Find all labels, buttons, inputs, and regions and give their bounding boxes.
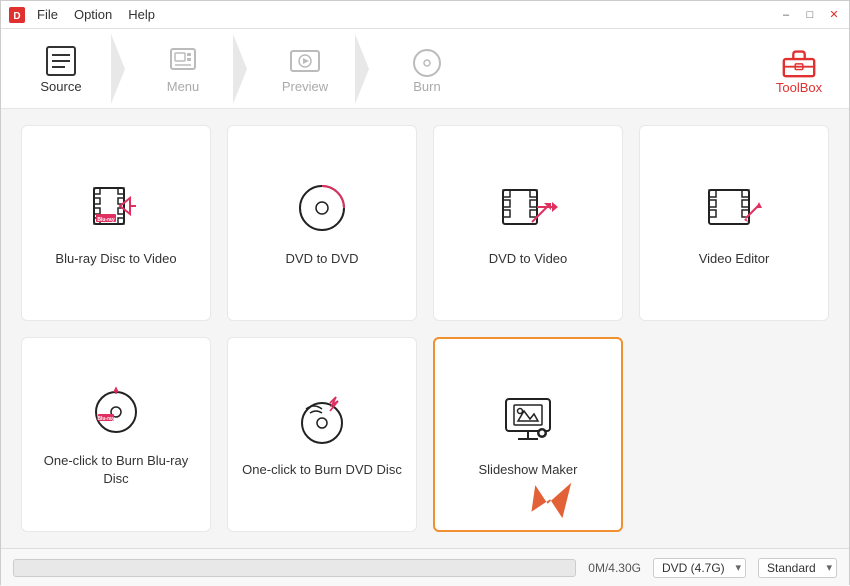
oneclick-burn-dvd-icon [292,389,352,449]
title-bar-left: D File Option Help [9,7,155,23]
nav-arrow-2 [233,34,255,104]
disc-select-wrapper[interactable]: DVD (4.7G) DVD (8.5G) BD-25 BD-50 [653,558,746,578]
card-label-bluray-to-video: Blu-ray Disc to Video [55,250,176,268]
nav-items: Source Menu [11,29,759,108]
card-label-video-editor: Video Editor [699,250,770,268]
nav-menu[interactable]: Menu [133,34,233,104]
feature-grid: Blu-ray Blu-ray Disc to Video DVD to DVD [21,125,829,532]
preview-label: Preview [282,79,328,94]
svg-text:D: D [13,11,20,22]
maximize-button[interactable]: □ [803,8,817,22]
menu-option[interactable]: Option [74,7,112,22]
card-label-dvd-to-video: DVD to Video [489,250,568,268]
nav-preview[interactable]: Preview [255,34,355,104]
nav-arrow-1 [111,34,133,104]
burn-label: Burn [413,79,440,94]
slideshow-maker-icon [498,389,558,449]
svg-text:Blu-ray: Blu-ray [97,416,114,422]
close-button[interactable]: ✕ [827,8,841,22]
card-slideshow-maker[interactable]: Slideshow Maker [433,337,623,533]
card-oneclick-burn-bluray[interactable]: Blu-ray One-click to Burn Blu-ray Disc [21,337,211,533]
nav-arrow-3 [355,34,377,104]
status-bar: 0M/4.30G DVD (4.7G) DVD (8.5G) BD-25 BD-… [1,548,849,586]
menu-label: Menu [167,79,200,94]
quality-select[interactable]: Standard High Low [758,558,837,578]
card-label-oneclick-burn-dvd: One-click to Burn DVD Disc [242,461,402,479]
toolbox-icon [780,42,818,80]
card-oneclick-burn-dvd[interactable]: One-click to Burn DVD Disc [227,337,417,533]
app-icon: D [9,7,25,23]
toolbox-button[interactable]: ToolBox [759,42,839,95]
burn-icon [409,43,445,79]
menu-help[interactable]: Help [128,7,155,22]
card-label-oneclick-burn-bluray: One-click to Burn Blu-ray Disc [30,452,202,488]
toolbox-label: ToolBox [776,80,822,95]
source-icon [43,43,79,79]
disc-select[interactable]: DVD (4.7G) DVD (8.5G) BD-25 BD-50 [653,558,746,578]
toolbar: Source Menu [1,29,849,109]
preview-icon [287,43,323,79]
svg-text:Blu-ray: Blu-ray [97,217,114,223]
quality-select-wrapper[interactable]: Standard High Low [758,558,837,578]
arrow-icon-3 [355,34,377,104]
arrow-icon-1 [111,34,133,104]
menu-bar: File Option Help [37,7,155,22]
arrow-icon-2 [233,34,255,104]
main-content: Blu-ray Blu-ray Disc to Video DVD to DVD [1,109,849,548]
oneclick-burn-bluray-icon: Blu-ray [86,380,146,440]
size-info: 0M/4.30G [588,561,641,575]
bluray-to-video-icon: Blu-ray [86,178,146,238]
title-bar-right: – □ ✕ [779,8,841,22]
card-video-editor[interactable]: Video Editor [639,125,829,321]
card-bluray-to-video[interactable]: Blu-ray Blu-ray Disc to Video [21,125,211,321]
nav-burn[interactable]: Burn [377,34,477,104]
card-label-slideshow-maker: Slideshow Maker [479,461,578,479]
progress-bar [13,559,576,577]
card-dvd-to-video[interactable]: DVD to Video [433,125,623,321]
card-label-dvd-to-dvd: DVD to DVD [286,250,359,268]
source-label: Source [40,79,81,94]
nav-source[interactable]: Source [11,34,111,104]
dvd-to-dvd-icon [292,178,352,238]
card-dvd-to-dvd[interactable]: DVD to DVD [227,125,417,321]
video-editor-icon [704,178,764,238]
menu-icon [165,43,201,79]
dvd-to-video-icon [498,178,558,238]
title-bar: D File Option Help – □ ✕ [1,1,849,29]
minimize-button[interactable]: – [779,8,793,22]
menu-file[interactable]: File [37,7,58,22]
